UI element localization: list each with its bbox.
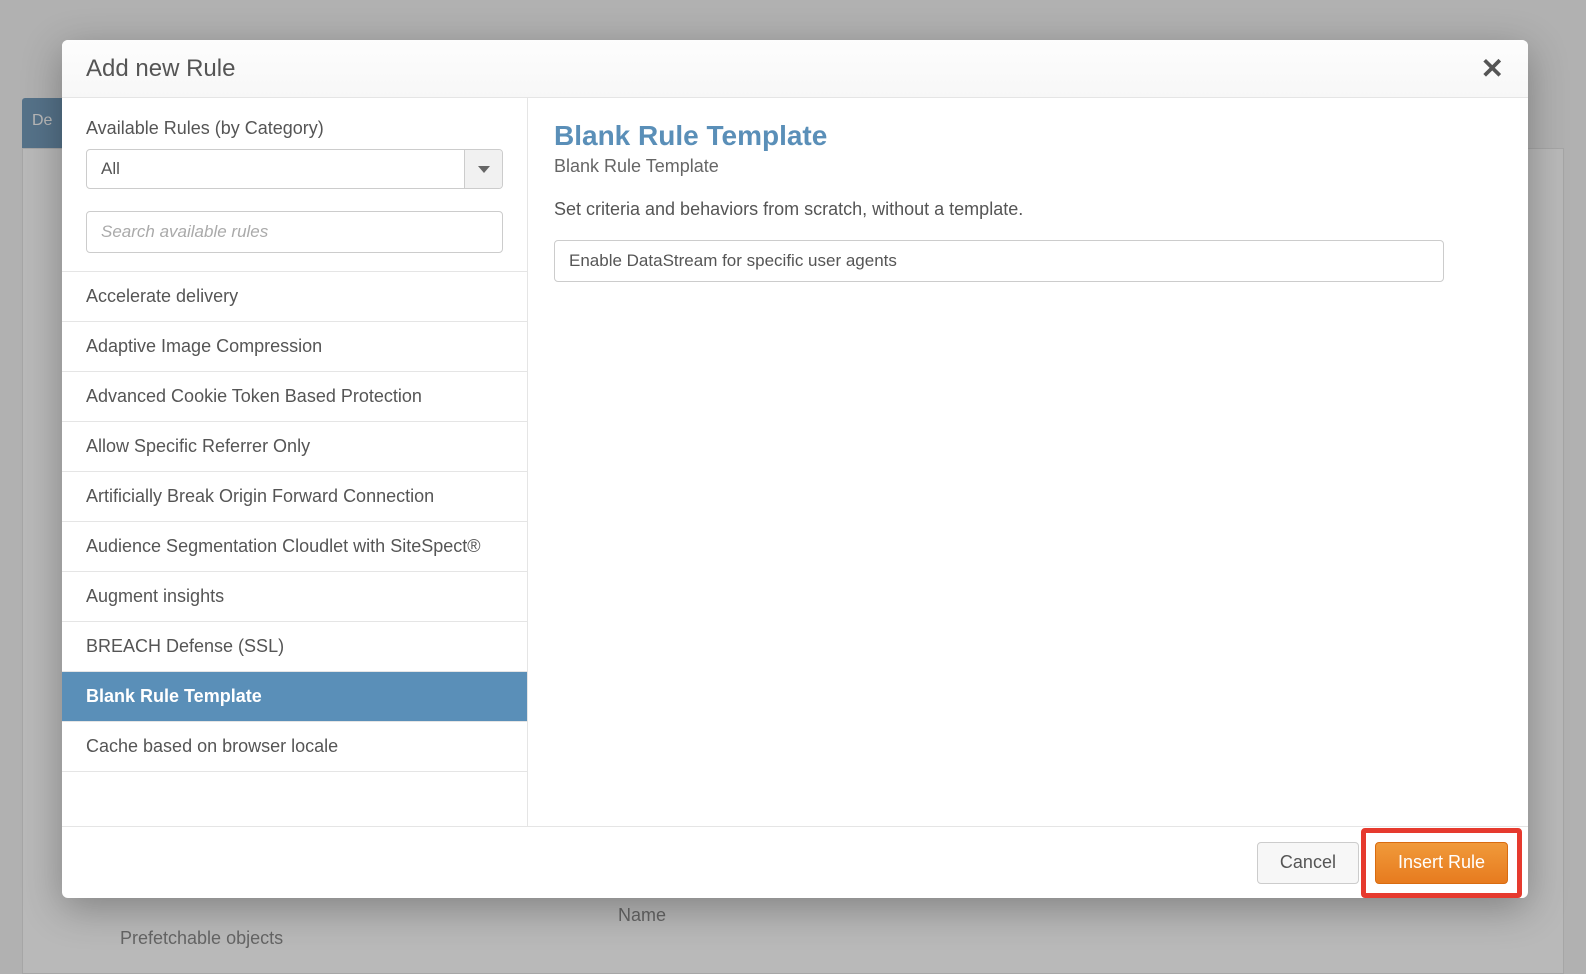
rule-item[interactable]: Audience Segmentation Cloudlet with Site… [62,522,527,572]
add-rule-modal: Add new Rule ✕ Available Rules (by Categ… [62,40,1528,898]
modal-header: Add new Rule ✕ [62,40,1528,98]
category-select-value: All [87,150,464,188]
template-title: Blank Rule Template [554,120,1502,152]
rule-name-input[interactable] [554,240,1444,282]
rule-list[interactable]: Accelerate deliveryAdaptive Image Compre… [62,271,527,826]
template-description: Set criteria and behaviors from scratch,… [554,199,1502,220]
rule-item[interactable]: BREACH Defense (SSL) [62,622,527,672]
rule-item[interactable]: Allow Specific Referrer Only [62,422,527,472]
cancel-button[interactable]: Cancel [1257,842,1359,884]
insert-rule-button[interactable]: Insert Rule [1375,842,1508,884]
modal-body: Available Rules (by Category) All Accele… [62,98,1528,826]
category-select[interactable]: All [86,149,503,189]
modal-title: Add new Rule [86,55,235,83]
template-subtitle: Blank Rule Template [554,156,1502,177]
rule-item[interactable]: Artificially Break Origin Forward Connec… [62,472,527,522]
filter-area: Available Rules (by Category) All [62,98,527,271]
search-input[interactable] [86,211,503,253]
rule-item[interactable]: Adaptive Image Compression [62,322,527,372]
rule-item[interactable]: Augment insights [62,572,527,622]
chevron-down-icon [464,150,502,188]
close-icon[interactable]: ✕ [1481,55,1504,83]
rule-item[interactable]: Cache based on browser locale [62,722,527,772]
modal-footer: Cancel Insert Rule [62,826,1528,898]
rule-item[interactable]: Blank Rule Template [62,672,527,722]
filter-label: Available Rules (by Category) [86,118,503,139]
template-pane: Blank Rule Template Blank Rule Template … [528,98,1528,826]
rule-list-pane: Available Rules (by Category) All Accele… [62,98,528,826]
rule-item[interactable]: Advanced Cookie Token Based Protection [62,372,527,422]
rule-item[interactable]: Accelerate delivery [62,272,527,322]
